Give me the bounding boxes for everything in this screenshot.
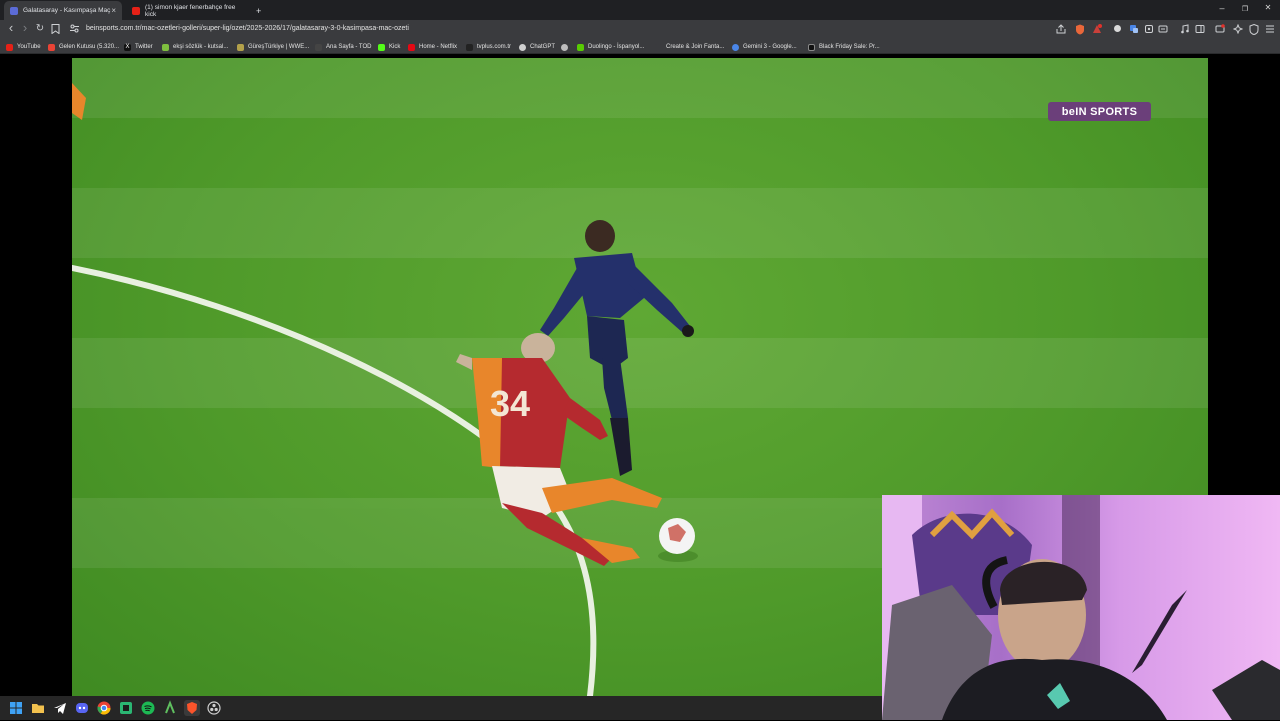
minimize-button[interactable]: – [1213, 3, 1231, 13]
bookmark-chatgpt[interactable]: ChatGPT [519, 42, 555, 52]
brave-browser-icon[interactable] [184, 700, 200, 716]
eksi-icon [162, 43, 169, 51]
tab-close-icon[interactable]: × [111, 6, 116, 15]
tod-icon [315, 43, 322, 51]
x-icon: X [124, 43, 131, 51]
bookmark-duolingo[interactable]: Duolingo - İspanyol... [577, 42, 644, 52]
browser-toolbar: ‹ › ↻ beinsports.com.tr/mac-ozetleri-gol… [0, 20, 1280, 40]
tab-youtube-kjaer[interactable]: (1) simon kjaer fenerbahçe free kick [126, 1, 246, 20]
file-explorer-icon[interactable] [30, 700, 46, 716]
menu-icon[interactable] [1264, 24, 1275, 35]
sidebar-toggle-icon[interactable] [1194, 24, 1205, 35]
tab-galatasaray[interactable]: Galatasaray - Kasımpaşa Maç × [4, 1, 122, 20]
windows-taskbar [0, 696, 882, 720]
obs-studio-icon[interactable] [206, 700, 222, 716]
beinsports-favicon [10, 6, 18, 15]
bein-sports-logo: beIN SPORTS [1048, 102, 1151, 121]
restore-button[interactable]: ❐ [1236, 5, 1254, 13]
bookmarks-bar: YouTube Gelen Kutusu (5.320... X Twitter … [0, 40, 1280, 54]
brave-shields-icon[interactable] [1074, 24, 1085, 35]
xbox-app-icon[interactable] [118, 700, 134, 716]
bookmark-netflix[interactable]: Home - Netflix [408, 42, 457, 52]
bookmark-tod[interactable]: Ana Sayfa - TOD [315, 42, 371, 52]
extension-translate-icon[interactable] [1128, 24, 1139, 35]
discord-icon[interactable] [74, 700, 90, 716]
kick-icon [378, 43, 385, 51]
back-button[interactable]: ‹ [4, 20, 18, 35]
bookmark-eksisozluk[interactable]: ekşi sözlük - kutsal... [162, 42, 228, 52]
netflix-icon [408, 43, 415, 51]
extension-record-icon[interactable] [1112, 24, 1123, 35]
bookmark-page-icon[interactable] [50, 24, 61, 35]
media-control-icon[interactable] [1179, 24, 1190, 35]
bookmark-gurestürkiye[interactable]: GüreşTürkiye | WWE... [237, 42, 309, 52]
bookmark-kick[interactable]: Kick [378, 42, 400, 52]
youtube-icon [6, 43, 13, 51]
gures-icon [237, 43, 244, 51]
bookmark-fantasy[interactable]: Create & Join Fanta... [655, 42, 724, 52]
tab-title: Galatasaray - Kasımpaşa Maç [23, 7, 111, 14]
tab-title: (1) simon kjaer fenerbahçe free kick [145, 3, 236, 18]
openai-icon [561, 43, 568, 51]
extension-screenshot-icon[interactable] [1157, 24, 1168, 35]
guitar-neck [1132, 590, 1187, 673]
bookmark-openai-icon-only[interactable] [561, 42, 572, 52]
new-tab-button[interactable]: + [250, 1, 264, 20]
leo-ai-icon[interactable] [1232, 23, 1243, 35]
app-shortcut-icon[interactable] [162, 700, 178, 716]
address-bar[interactable]: beinsports.com.tr/mac-ozetleri-golleri/s… [66, 22, 1076, 38]
forward-button[interactable]: › [18, 20, 32, 35]
site-settings-icon[interactable] [69, 24, 80, 35]
store-icon [808, 43, 815, 51]
reload-button[interactable]: ↻ [33, 23, 47, 34]
bookmark-tvplus[interactable]: tvplus.com.tr [466, 42, 511, 52]
bookmark-gemini[interactable]: Gemini 3 - Google... [732, 42, 797, 52]
bookmark-black-friday[interactable]: Black Friday Sale: Pr... [808, 42, 880, 52]
close-window-button[interactable]: ✕ [1259, 3, 1277, 12]
chrome-icon[interactable] [96, 700, 112, 716]
tab-strip: Galatasaray - Kasımpaşa Maç × (1) simon … [0, 0, 1280, 20]
fantasy-icon [655, 43, 662, 51]
vpn-shield-icon[interactable] [1248, 23, 1259, 36]
bookmark-youtube[interactable]: YouTube [6, 42, 41, 52]
telegram-icon[interactable] [52, 700, 68, 716]
youtube-favicon [132, 6, 140, 15]
wallet-icon[interactable] [1214, 24, 1225, 35]
duolingo-icon [577, 43, 584, 51]
share-icon[interactable] [1055, 24, 1066, 35]
gemini-icon [732, 43, 739, 51]
gmail-icon [48, 43, 55, 51]
player-number: 34 [490, 383, 530, 424]
bookmark-gmail[interactable]: Gelen Kutusu (5.320... [48, 42, 119, 52]
extension-puzzle-icon[interactable] [1143, 24, 1154, 35]
brave-rewards-icon[interactable] [1091, 24, 1102, 35]
tvplus-icon [466, 43, 473, 51]
microphone-arm [1212, 660, 1280, 720]
spotify-icon[interactable] [140, 700, 156, 716]
chatgpt-icon [519, 43, 526, 51]
webcam-overlay [882, 495, 1280, 720]
streamer-camera-feed [882, 495, 1280, 720]
windows-start-icon[interactable] [8, 700, 24, 716]
bookmark-twitter[interactable]: X Twitter [124, 42, 153, 52]
url-text: beinsports.com.tr/mac-ozetleri-golleri/s… [86, 25, 409, 32]
